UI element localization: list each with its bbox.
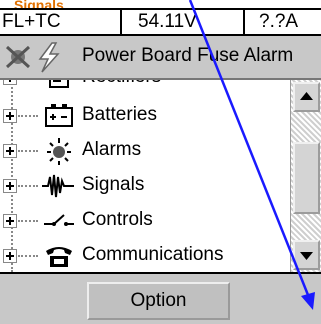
arrow-down-icon [300, 252, 313, 260]
alarm-icon [47, 138, 71, 165]
tree-item-label: Batteries [82, 104, 157, 125]
alarm-message: Power Board Fuse Alarm [82, 45, 294, 66]
tree-branch [18, 255, 38, 257]
expand-icon[interactable] [3, 109, 17, 123]
battery-icon [45, 104, 73, 127]
tree-item-alarms[interactable]: Alarms [0, 133, 290, 169]
tree-item-label: Controls [82, 209, 153, 230]
expand-icon[interactable] [3, 214, 17, 228]
scroll-thumb[interactable] [293, 142, 320, 214]
tree-item-communications[interactable]: Communications [0, 238, 290, 272]
alarm-bar[interactable]: Power Board Fuse Alarm [0, 36, 321, 80]
rectifier-icon [49, 80, 69, 88]
alarm-off-icon [5, 45, 31, 69]
operating-mode: FL+TC [2, 11, 61, 32]
controls-icon [44, 214, 74, 226]
tree-item-signals[interactable]: Signals [0, 168, 290, 204]
vertical-scrollbar[interactable] [290, 80, 321, 272]
tree-branch [18, 115, 38, 117]
lightning-icon [38, 42, 60, 73]
telephone-icon [46, 247, 72, 267]
expand-icon[interactable] [3, 179, 17, 193]
alarm-icons [2, 39, 72, 75]
tree-item-label: Rectifiers [82, 80, 161, 88]
expand-icon[interactable] [3, 80, 17, 85]
tree-item-controls[interactable]: Controls [0, 203, 290, 239]
option-button[interactable]: Option [87, 282, 230, 320]
tree-item-label: Communications [82, 244, 224, 265]
tree-item-batteries[interactable]: Batteries [0, 98, 290, 134]
scroll-down-button[interactable] [293, 240, 320, 270]
controller-screen: Signals FL+TC 54.11V ?.?A Power Board Fu… [0, 0, 321, 324]
signal-icon [42, 174, 74, 198]
arrow-up-icon [300, 92, 313, 100]
tree-item-label: Alarms [82, 139, 142, 160]
expand-icon[interactable] [3, 144, 17, 158]
scroll-up-button[interactable] [293, 82, 320, 112]
bottom-bar: Option [0, 272, 321, 324]
status-divider [120, 10, 122, 34]
menu-tree: Rectifiers Batteries [0, 80, 290, 272]
status-divider [243, 10, 245, 34]
status-bar: FL+TC 54.11V ?.?A [0, 8, 321, 36]
tree-item-label: Signals [82, 174, 145, 195]
expand-icon[interactable] [3, 249, 17, 263]
tree-branch [18, 185, 38, 187]
tree-branch [18, 220, 38, 222]
tree-branch [18, 150, 38, 152]
tree-item-rectifiers[interactable]: Rectifiers [0, 80, 290, 96]
system-current: ?.?A [259, 11, 299, 32]
system-voltage: 54.11V [138, 11, 197, 32]
